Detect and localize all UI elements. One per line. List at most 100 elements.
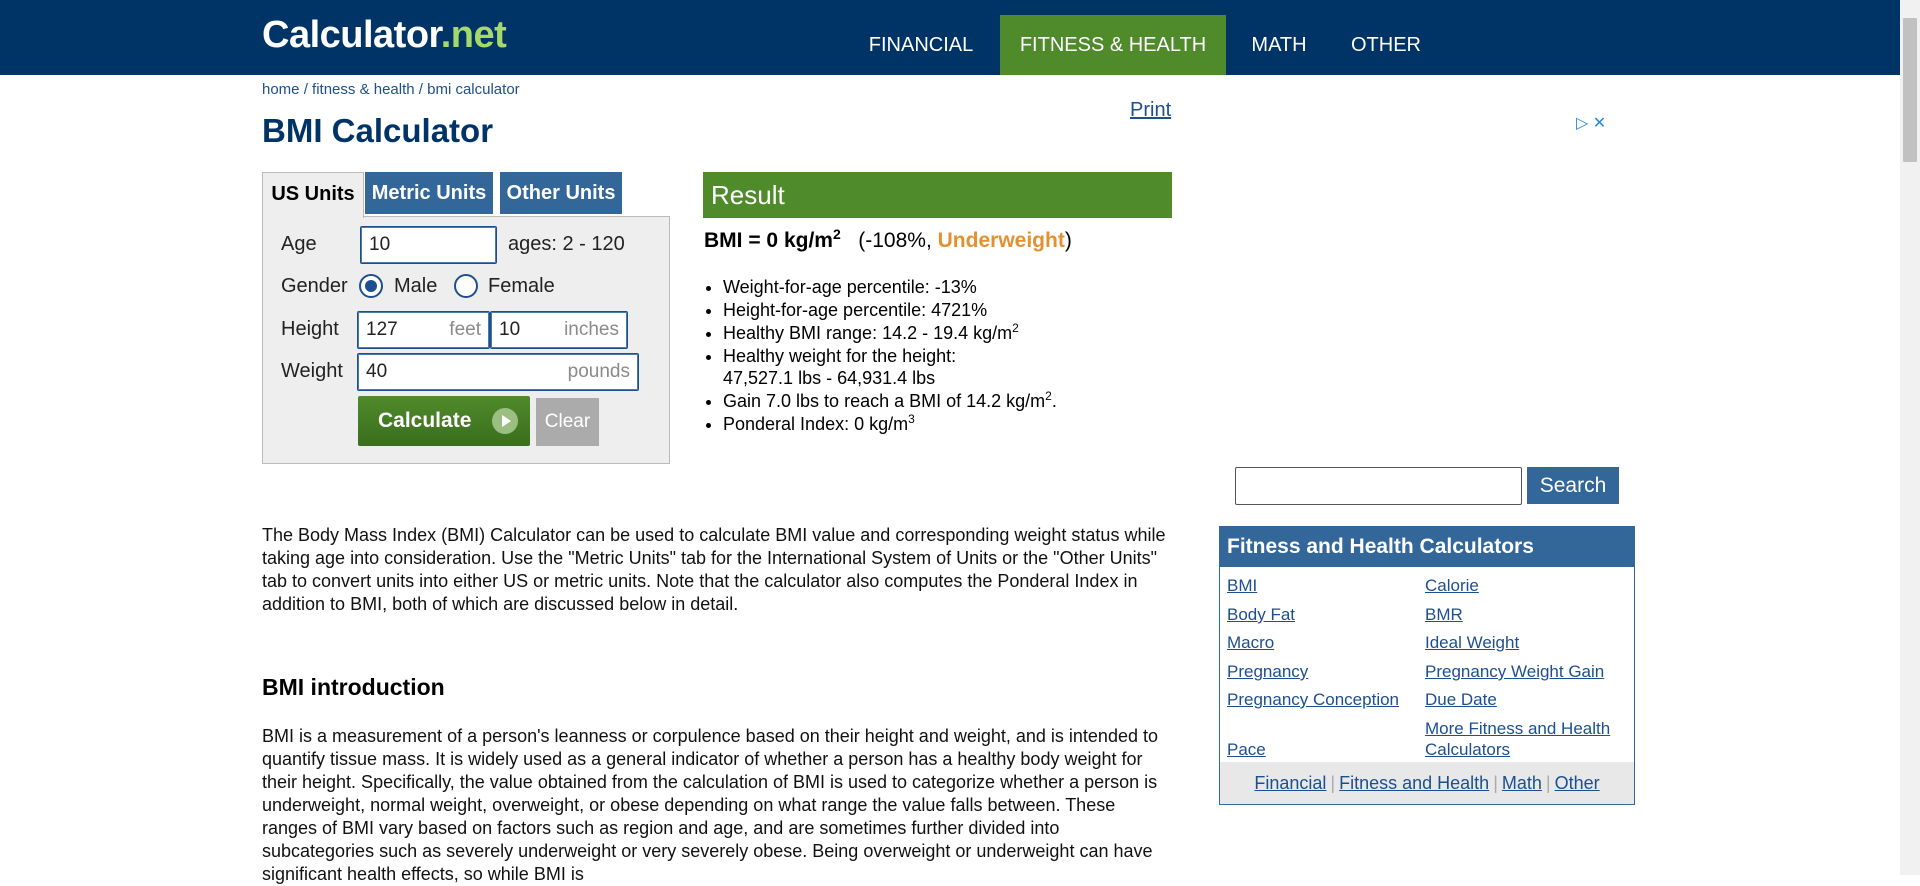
height-inches-value: 10 <box>499 319 521 340</box>
ad-choices[interactable]: ▷ ✕ <box>1576 113 1606 133</box>
result-item: Height-for-age percentile: 4721% <box>723 299 1183 321</box>
calculate-button-label: Calculate <box>378 409 472 432</box>
clear-button[interactable]: Clear <box>536 398 599 446</box>
sidebar-link-pace[interactable]: Pace <box>1227 739 1266 760</box>
gender-female-label[interactable]: Female <box>488 275 555 298</box>
ad-choices-icon[interactable]: ▷ <box>1576 115 1588 132</box>
breadcrumb-current-link[interactable]: bmi calculator <box>427 81 520 98</box>
result-item: Gain 7.0 lbs to reach a BMI of 14.2 kg/m… <box>723 390 1183 412</box>
gender-male-radio[interactable] <box>359 274 383 298</box>
weight-input[interactable]: 40 pounds <box>357 353 639 391</box>
result-header: Result <box>703 172 1172 218</box>
tab-us-units[interactable]: US Units <box>262 172 364 218</box>
scrollbar-thumb[interactable] <box>1903 18 1917 162</box>
play-arrow-icon <box>492 408 518 434</box>
sidebar-link-due-date[interactable]: Due Date <box>1425 689 1497 710</box>
height-inches-unit: inches <box>564 319 619 340</box>
bmi-introduction-heading: BMI introduction <box>262 674 445 700</box>
bmi-result-line: BMI = 0 kg/m2 (-108%, Underweight) <box>704 226 1072 253</box>
sidebar-link-pregnancy[interactable]: Pregnancy <box>1227 661 1308 682</box>
result-header-label: Result <box>711 180 785 210</box>
result-item-exponent: 2 <box>1012 321 1019 335</box>
height-feet-value: 127 <box>366 319 398 340</box>
result-item: Weight-for-age percentile: -13% <box>723 276 1183 298</box>
bmi-introduction-paragraph: BMI is a measurement of a person's leann… <box>262 726 1158 884</box>
sidebar-link-bmr[interactable]: BMR <box>1425 604 1463 625</box>
bmi-close-paren: ) <box>1064 229 1072 252</box>
breadcrumb-separator: / <box>299 81 313 98</box>
age-hint: ages: 2 - 120 <box>508 233 625 255</box>
footer-link-financial[interactable]: Financial <box>1254 773 1326 793</box>
sidebar-link-pregnancy-conception[interactable]: Pregnancy Conception <box>1227 689 1399 710</box>
logo-text-suffix: .net <box>440 14 507 56</box>
search-button[interactable]: Search <box>1527 467 1619 504</box>
result-item-text: Height-for-age percentile: 4721% <box>723 300 988 320</box>
breadcrumb: home / fitness & health / bmi calculator <box>262 81 520 98</box>
height-inches-input[interactable]: 10 inches <box>490 311 628 349</box>
result-item-line2: 47,527.1 lbs - 64,931.4 lbs <box>723 368 936 388</box>
bmi-value-text: BMI = 0 kg/m <box>704 229 833 252</box>
site-search-input[interactable] <box>1235 467 1522 505</box>
calculate-button[interactable]: Calculate <box>358 396 530 446</box>
footer-link-other[interactable]: Other <box>1555 773 1600 793</box>
nav-other[interactable]: OTHER <box>1336 15 1436 75</box>
fitness-health-calculators-box: Fitness and Health Calculators BMI Body … <box>1219 526 1635 805</box>
weight-unit: pounds <box>567 361 630 382</box>
age-input[interactable]: 10 <box>360 226 497 264</box>
breadcrumb-home-link[interactable]: home <box>262 81 300 98</box>
bmi-exponent: 2 <box>832 226 841 242</box>
tab-metric-units[interactable]: Metric Units <box>365 172 493 214</box>
result-item-exponent: 2 <box>1045 389 1052 403</box>
height-feet-input[interactable]: 127 feet <box>357 311 490 349</box>
sidebar-link-more-calculators[interactable]: More Fitness and Health Calculators <box>1425 718 1625 760</box>
tab-other-units[interactable]: Other Units <box>500 172 622 214</box>
nav-math[interactable]: MATH <box>1236 15 1322 75</box>
gender-female-radio[interactable] <box>454 274 478 298</box>
footer-separator: | <box>1493 773 1498 793</box>
bmi-value: BMI = 0 kg/m2 <box>704 226 841 252</box>
sidebar-link-body-fat[interactable]: Body Fat <box>1227 604 1295 625</box>
sidebar-link-calorie[interactable]: Calorie <box>1425 575 1479 596</box>
print-link[interactable]: Print <box>1130 99 1171 122</box>
result-item-text: Weight-for-age percentile: -13% <box>723 277 977 297</box>
site-logo[interactable]: Calculator.net <box>262 14 507 57</box>
result-item: Healthy BMI range: 14.2 - 19.4 kg/m2 <box>723 322 1183 344</box>
result-item-text: Gain 7.0 lbs to reach a BMI of 14.2 kg/m <box>723 391 1046 411</box>
top-navigation-bar: Calculator.net FINANCIAL FITNESS & HEALT… <box>0 0 1920 75</box>
sidebar-title-text: Fitness and Health Calculators <box>1227 535 1534 558</box>
result-item-exponent: 3 <box>908 412 915 426</box>
page-title: BMI Calculator <box>262 112 494 149</box>
sidebar-footer-links: Financial | Fitness and Health | Math | Other <box>1220 762 1634 804</box>
weight-value: 40 <box>366 361 388 382</box>
height-label: Height <box>281 318 339 340</box>
footer-link-math[interactable]: Math <box>1502 773 1542 793</box>
nav-fitness-health[interactable]: FITNESS & HEALTH <box>1000 15 1226 75</box>
logo-text-main: Calculator <box>262 14 441 56</box>
nav-financial[interactable]: FINANCIAL <box>854 15 988 75</box>
sidebar-link-pregnancy-weight-gain[interactable]: Pregnancy Weight Gain <box>1425 661 1604 682</box>
result-details-list: Weight-for-age percentile: -13% Height-f… <box>703 276 1183 436</box>
ad-close-icon[interactable]: ✕ <box>1593 115 1606 132</box>
result-item-text: Healthy weight for the height: <box>723 346 957 366</box>
weight-status: Underweight <box>937 229 1065 252</box>
description-paragraph: The Body Mass Index (BMI) Calculator can… <box>262 525 1166 614</box>
sidebar-link-macro[interactable]: Macro <box>1227 632 1274 653</box>
result-item-text: Ponderal Index: 0 kg/m <box>723 414 909 434</box>
bmi-percent: (-108%, <box>858 229 938 252</box>
age-input-value: 10 <box>369 234 391 255</box>
breadcrumb-separator: / <box>414 81 428 98</box>
result-item-text: Healthy BMI range: 14.2 - 19.4 kg/m <box>723 323 1013 343</box>
gender-label: Gender <box>281 275 348 297</box>
footer-link-fitness-health[interactable]: Fitness and Health <box>1339 773 1489 793</box>
sidebar-link-bmi[interactable]: BMI <box>1227 575 1257 596</box>
result-item: Ponderal Index: 0 kg/m3 <box>723 413 1183 435</box>
breadcrumb-section-link[interactable]: fitness & health <box>312 81 415 98</box>
sidebar-title: Fitness and Health Calculators <box>1220 527 1634 567</box>
sidebar-link-ideal-weight[interactable]: Ideal Weight <box>1425 632 1519 653</box>
footer-separator: | <box>1330 773 1336 793</box>
gender-male-label[interactable]: Male <box>394 275 437 298</box>
weight-label: Weight <box>281 360 343 382</box>
result-item-suffix: . <box>1051 391 1057 411</box>
age-label: Age <box>281 233 317 255</box>
footer-separator: | <box>1545 773 1551 793</box>
